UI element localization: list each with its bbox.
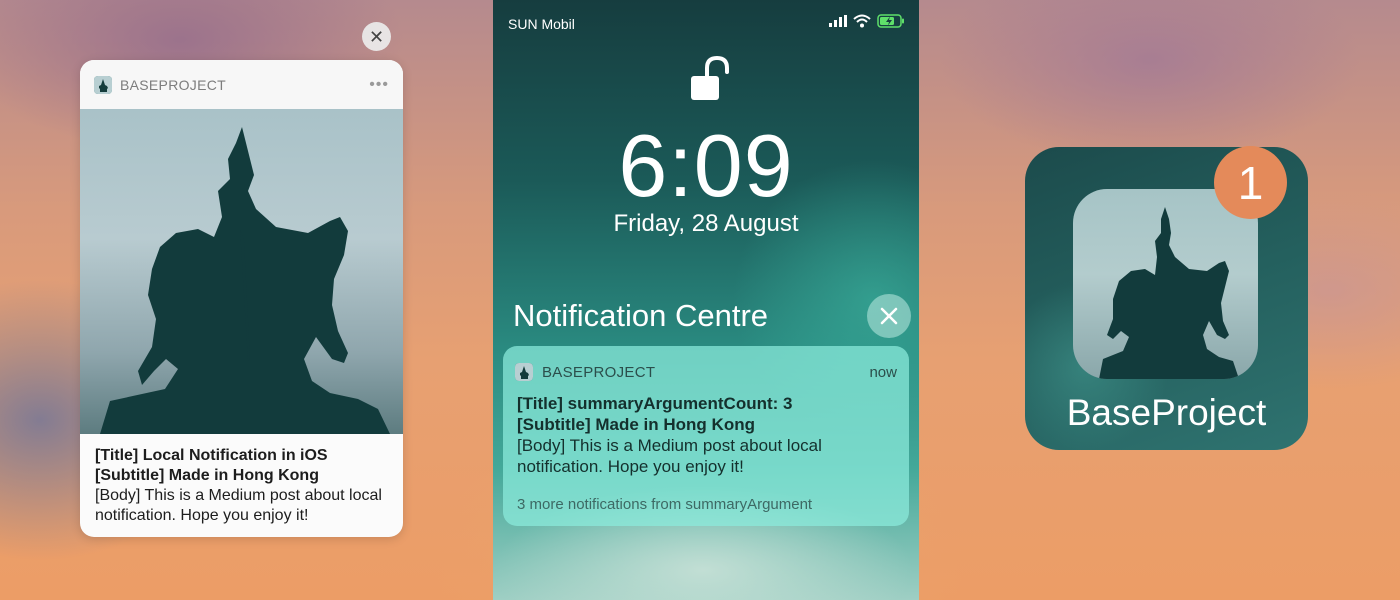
close-icon: ✕	[368, 26, 385, 47]
more-icon[interactable]: •••	[369, 76, 389, 94]
notification-header: BASEPROJECT •••	[80, 60, 403, 109]
notification-content: [Title] Local Notification in iOS [Subti…	[80, 434, 403, 526]
notification-header: BASEPROJECT now	[515, 362, 897, 382]
app-icon	[94, 75, 112, 94]
status-icons	[829, 14, 905, 28]
app-name: BASEPROJECT	[120, 76, 226, 93]
app-label: BaseProject	[1066, 392, 1267, 433]
notification-subtitle: [Subtitle] Made in Hong Kong	[95, 467, 319, 484]
notification-subtitle: [Subtitle] Made in Hong Kong	[517, 415, 755, 434]
expanded-notification[interactable]: BASEPROJECT ••• [Title] Local Notificati…	[80, 60, 403, 537]
clear-notifications-button[interactable]	[867, 294, 911, 338]
notification-content: [Title] summaryArgumentCount: 3 [Subtitl…	[517, 393, 899, 477]
grouped-notification[interactable]: BASEPROJECT now [Title] summaryArgumentC…	[503, 346, 909, 526]
notification-timestamp: now	[869, 363, 897, 381]
close-button[interactable]: ✕	[362, 22, 391, 51]
statue-image	[80, 109, 403, 434]
wifi-icon	[853, 14, 871, 28]
status-bar: SUN Mobil	[493, 0, 919, 46]
clock: 6:09	[618, 116, 794, 215]
notification-badge: 1	[1214, 146, 1287, 219]
close-icon	[880, 307, 898, 325]
battery-icon	[877, 14, 904, 28]
notification-body: [Body] This is a Medium post about local…	[517, 436, 822, 476]
app-icon	[515, 363, 533, 381]
carrier-label: SUN Mobil	[508, 16, 575, 32]
statue-icon-image	[1073, 189, 1258, 379]
notification-title: [Title] Local Notification in iOS	[95, 447, 328, 464]
notification-body: [Body] This is a Medium post about local…	[95, 487, 382, 524]
signal-icon	[829, 15, 847, 27]
notification-centre-title: Notification Centre	[513, 298, 769, 333]
notification-title: [Title] summaryArgumentCount: 3	[517, 394, 793, 413]
unlock-icon	[691, 56, 729, 100]
lock-screen: SUN Mobil 6:09 Friday, 28 August Notific…	[493, 0, 919, 600]
date: Friday, 28 August	[613, 210, 799, 237]
app-name: BASEPROJECT	[542, 363, 656, 381]
more-notifications-label: 3 more notifications from summaryArgumen…	[517, 496, 813, 513]
